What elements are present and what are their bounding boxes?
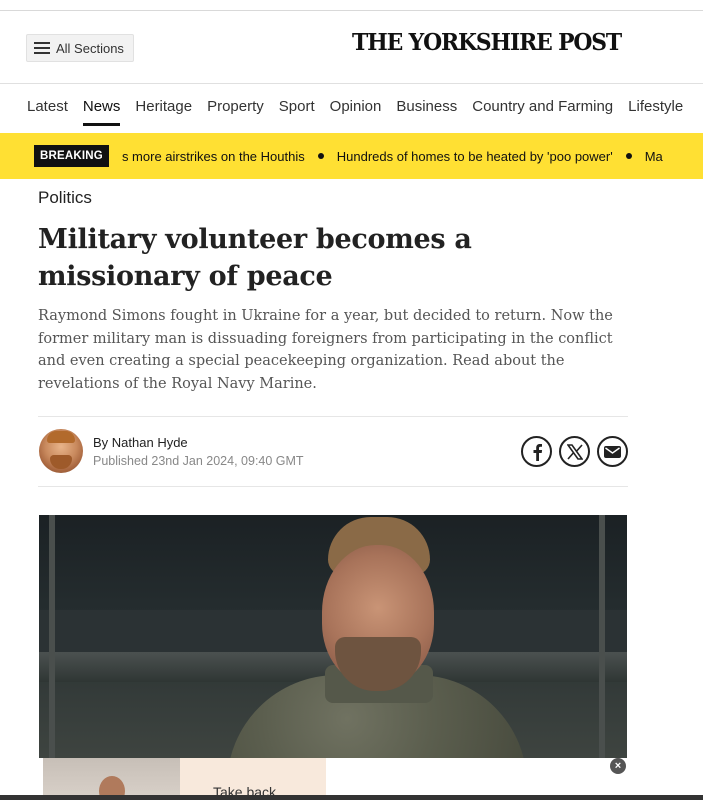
nav-item-country-and-farming[interactable]: Country and Farming bbox=[472, 98, 613, 115]
browser-bottom-bar bbox=[0, 795, 703, 800]
ad-image bbox=[43, 758, 180, 800]
ad-close-icon[interactable]: × bbox=[610, 758, 626, 774]
article-standfirst: Raymond Simons fought in Ukraine for a y… bbox=[38, 308, 613, 392]
facebook-icon bbox=[533, 443, 542, 461]
main-nav: Latest News Heritage Property Sport Opin… bbox=[27, 98, 698, 126]
ticker-separator-dot bbox=[625, 153, 632, 159]
published-date: Published 23nd Jan 2024, 09:40 GMT bbox=[93, 454, 304, 468]
share-facebook-button[interactable] bbox=[521, 436, 552, 467]
nav-item-news[interactable]: News bbox=[82, 98, 120, 126]
advertisement-banner[interactable]: Take back bbox=[43, 758, 326, 800]
site-header: All Sections THE YORKSHIRE POST bbox=[0, 11, 703, 83]
share-x-button[interactable] bbox=[559, 436, 590, 467]
ticker-separator-dot bbox=[317, 153, 324, 159]
article-category[interactable]: Politics bbox=[38, 188, 92, 208]
breaking-ticker: s more airstrikes on the Houthis Hundred… bbox=[122, 149, 663, 164]
nav-item-sport[interactable]: Sport bbox=[279, 98, 315, 115]
nav-item-property[interactable]: Property bbox=[207, 98, 264, 115]
nav-item-latest[interactable]: Latest bbox=[27, 98, 68, 115]
nav-item-heritage[interactable]: Heritage bbox=[135, 98, 192, 115]
hero-image bbox=[39, 515, 627, 758]
ticker-item[interactable]: Ma bbox=[645, 149, 663, 164]
ticker-item[interactable]: Hundreds of homes to be heated by 'poo p… bbox=[337, 149, 613, 164]
ticker-item[interactable]: s more airstrikes on the Houthis bbox=[122, 149, 305, 164]
breaking-news-bar: BREAKING s more airstrikes on the Houthi… bbox=[0, 133, 703, 179]
byline-divider bbox=[38, 416, 628, 417]
nav-divider bbox=[0, 83, 703, 84]
breaking-badge: BREAKING bbox=[34, 145, 109, 167]
nav-item-business[interactable]: Business bbox=[396, 98, 457, 115]
masthead-logo[interactable]: THE YORKSHIRE POST bbox=[24, 29, 692, 56]
email-icon bbox=[604, 445, 621, 458]
author-name[interactable]: By Nathan Hyde bbox=[93, 435, 188, 450]
nav-item-lifestyle[interactable]: Lifestyle bbox=[628, 98, 683, 115]
x-icon bbox=[566, 443, 583, 460]
nav-item-opinion[interactable]: Opinion bbox=[330, 98, 382, 115]
byline-divider bbox=[38, 486, 628, 487]
share-email-button[interactable] bbox=[597, 436, 628, 467]
article-headline: Military volunteer becomes a missionary … bbox=[38, 224, 472, 292]
author-avatar bbox=[39, 429, 83, 473]
